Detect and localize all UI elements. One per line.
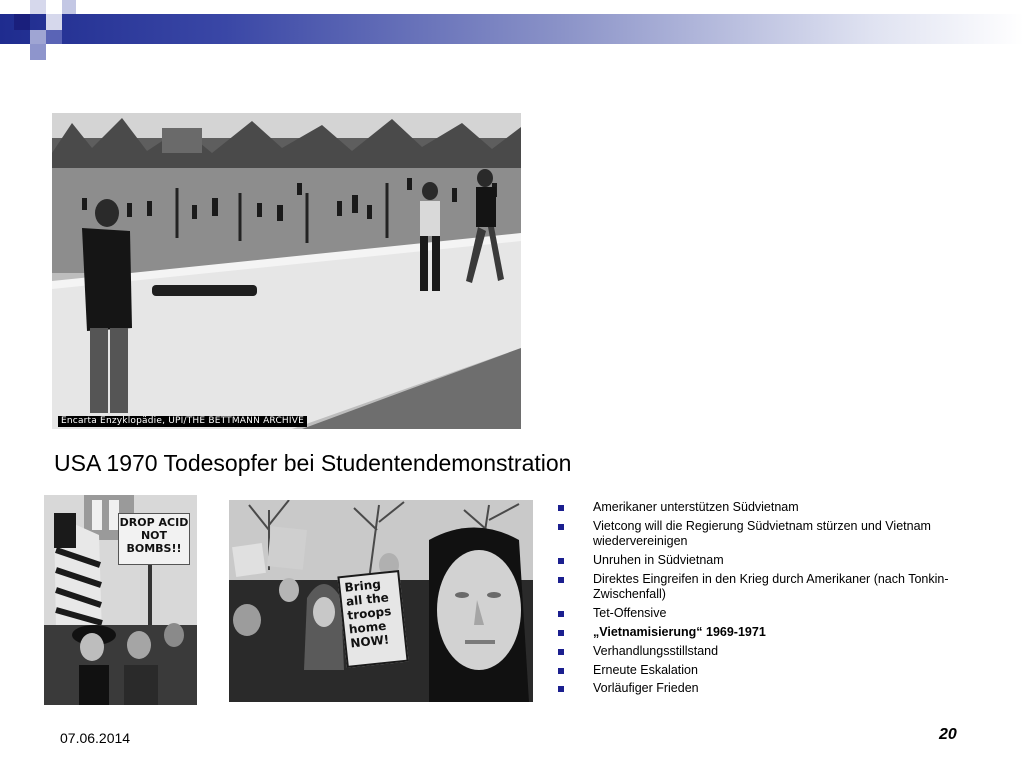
bullet-icon — [558, 629, 564, 636]
bullet-icon — [558, 576, 564, 583]
bullet-text: Amerikaner unterstützen Südvietnam — [593, 500, 799, 514]
bullet-icon — [558, 686, 564, 693]
bullet-text: Tet-Offensive — [593, 606, 667, 621]
main-photo: Encarta Enzyklopädie, UPI/THE BETTMANN A… — [52, 113, 521, 429]
sign-drop-acid: DROP ACID NOT BOMBS!! — [118, 513, 190, 565]
header-band — [0, 14, 1024, 44]
photo-credit: Encarta Enzyklopädie, UPI/THE BETTMANN A… — [58, 416, 307, 427]
bullet-icon — [558, 558, 564, 565]
bullet-list: Amerikaner unterstützen Südvietnam Vietc… — [556, 500, 996, 700]
bullet-text: Vietcong will die Regierung Südvietnam s… — [593, 518, 931, 549]
sign-line: NOT — [140, 529, 168, 542]
sign-line: DROP ACID — [119, 516, 189, 529]
bullet-icon — [558, 505, 564, 511]
bullet-icon — [558, 648, 564, 655]
protest-photo-left: DROP ACID NOT BOMBS!! — [44, 495, 197, 705]
bullet-icon — [558, 667, 564, 674]
list-item: Vorläufiger Frieden — [556, 681, 996, 697]
main-photo-scene — [52, 113, 521, 429]
bullet-text: „Vietnamisierung“ 1969-1971 — [593, 624, 766, 639]
footer-date: 07.06.2014 — [60, 730, 131, 746]
sign-bring-troops: Bring all the troops home NOW! — [337, 570, 409, 668]
bullet-icon — [558, 611, 564, 618]
bullet-text: Direktes Eingreifen in den Krieg durch A… — [593, 571, 949, 602]
list-item: Direktes Eingreifen in den Krieg durch A… — [556, 572, 996, 603]
page-number: 20 — [939, 726, 957, 743]
list-item: Erneute Eskalation — [556, 663, 996, 679]
list-item: Vietcong will die Regierung Südvietnam s… — [556, 519, 996, 550]
list-item: Amerikaner unterstützen Südvietnam — [556, 500, 996, 516]
bullet-text: Unruhen in Südvietnam — [593, 553, 724, 568]
list-item: Unruhen in Südvietnam — [556, 553, 996, 569]
list-item: „Vietnamisierung“ 1969-1971 — [556, 625, 996, 641]
protest-photo-middle: Bring all the troops home NOW! — [229, 500, 533, 702]
slide-title: USA 1970 Todesopfer bei Studentendemonst… — [54, 450, 572, 476]
bullet-icon — [558, 523, 564, 530]
bullet-text: Vorläufiger Frieden — [593, 681, 699, 696]
sign-line: BOMBS!! — [126, 542, 182, 555]
bullet-text: Erneute Eskalation — [593, 662, 698, 677]
list-item: Tet-Offensive — [556, 606, 996, 622]
bullet-text: Verhandlungsstillstand — [593, 643, 719, 658]
list-item: Verhandlungsstillstand — [556, 644, 996, 660]
